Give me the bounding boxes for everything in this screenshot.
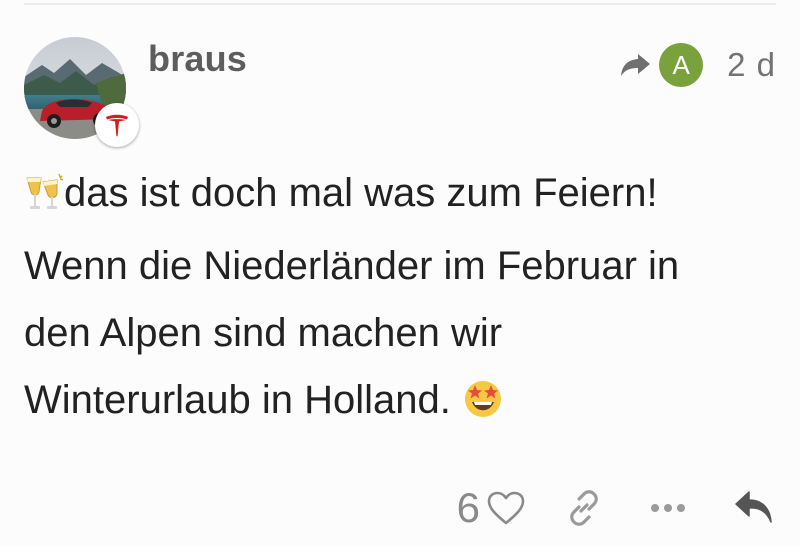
post-line-4: Winterurlaub in Holland. [24,367,784,440]
heart-icon [487,491,525,525]
more-options-button[interactable] [646,484,690,532]
username[interactable]: braus [148,38,247,80]
post-meta: A 2 d [619,40,776,90]
tesla-logo-icon [95,103,139,147]
user-avatar[interactable] [24,37,139,147]
reply-button[interactable] [732,484,776,532]
link-icon [570,490,598,526]
post-line-2: Wenn die Niederländer im Februar in [24,244,680,288]
post-text: das ist doch mal was zum Feiern! [64,171,658,215]
star-struck-icon [462,373,504,440]
reply-icon [735,491,772,523]
top-divider [24,3,776,5]
more-icon [651,504,685,512]
reply-to-avatar[interactable]: A [659,43,704,87]
like-count[interactable]: 6 [457,484,480,532]
post-date[interactable]: 2 d [727,46,776,84]
post-text: Winterurlaub in Holland. [24,378,451,422]
post-actions: 6 [457,484,776,532]
post-line-3: den Alpen sind machen wir [24,311,503,355]
copy-link-button[interactable] [562,484,606,532]
reply-to-icon[interactable] [619,51,651,79]
like-button[interactable] [484,484,528,532]
post-body: das ist doch mal was zum Feiern! Wenn di… [24,160,784,440]
post-line-1: das ist doch mal was zum Feiern! [24,160,784,233]
clinking-glasses-icon [24,166,64,233]
